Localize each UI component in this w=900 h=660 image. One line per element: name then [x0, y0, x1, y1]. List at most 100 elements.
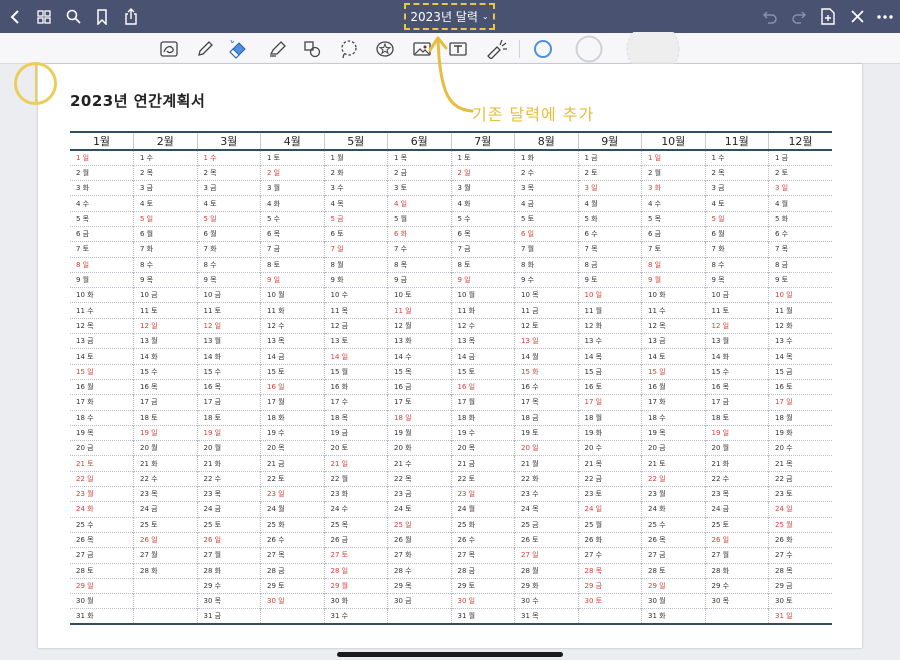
table-row: 17 화 17 금 17 금 17 월 17 수 17 토 17 월 17 목 17 일 17 화…	[70, 394, 832, 411]
date-cell: 6 토	[323, 225, 388, 242]
date-cell: 19 수	[450, 424, 515, 441]
date-cell: 5 일	[704, 210, 769, 227]
close-icon[interactable]	[844, 0, 870, 33]
month-header-8: 8월	[514, 132, 578, 151]
date-cell: 24 금	[704, 501, 769, 518]
lasso-icon[interactable]	[335, 35, 363, 63]
undo-icon[interactable]	[757, 0, 783, 33]
lasso-image-icon[interactable]	[155, 35, 183, 63]
add-page-icon[interactable]	[815, 0, 841, 33]
date-cell: 3 화	[70, 180, 134, 196]
document-title-button[interactable]: 2023년 달력 ⌄	[404, 3, 495, 30]
pen-icon[interactable]	[191, 35, 219, 63]
date-cell: 29 목	[387, 577, 451, 594]
date-cell: 10 토	[387, 287, 451, 303]
laser-pointer-icon[interactable]	[482, 35, 510, 63]
date-cell: 31 목	[514, 608, 578, 625]
shapes-icon[interactable]	[298, 35, 326, 63]
date-cell: 15 화	[514, 363, 578, 380]
date-cell: 12 일	[133, 317, 197, 334]
date-cell: 30 수	[514, 593, 578, 609]
date-cell: 9 일	[450, 271, 515, 288]
color-swatch-light[interactable]	[624, 32, 682, 66]
date-cell: 19 일	[704, 424, 769, 441]
date-cell: 11 월	[577, 302, 642, 319]
search-icon[interactable]	[60, 0, 86, 33]
date-cell: 18 금	[514, 409, 578, 426]
date-cell: 9 월	[641, 271, 705, 288]
date-cell: 29 토	[450, 577, 515, 594]
date-cell: 8 화	[514, 256, 578, 273]
date-cell: 16 목	[196, 378, 261, 395]
share-icon[interactable]	[118, 0, 144, 33]
more-icon[interactable]	[872, 0, 898, 33]
date-cell: 29 수	[196, 577, 261, 594]
highlighter-icon[interactable]	[263, 35, 291, 63]
date-cell: 25 토	[704, 516, 769, 533]
date-cell: 8 수	[196, 256, 261, 273]
date-cell: 27 월	[133, 547, 197, 564]
date-cell: 9 수	[514, 271, 578, 288]
date-cell: 25 토	[196, 516, 261, 533]
date-cell: 7 목	[768, 241, 832, 258]
eraser-icon[interactable]	[224, 35, 252, 63]
month-header-3: 3월	[196, 132, 261, 151]
date-cell: 19 일	[196, 424, 261, 441]
date-cell: 11 수	[70, 302, 134, 319]
date-cell: 17 금	[196, 394, 261, 411]
date-cell: 1 금	[577, 150, 642, 166]
date-cell: 4 수	[641, 195, 705, 212]
date-cell: 18 화	[450, 409, 515, 426]
date-cell: 29 금	[577, 577, 642, 594]
back-icon[interactable]	[2, 0, 28, 33]
date-cell: 20 금	[70, 440, 134, 456]
date-cell: 4 목	[323, 195, 388, 212]
date-cell: 23 토	[577, 486, 642, 502]
date-cell: 14 화	[704, 348, 769, 365]
date-cell: 13 목	[450, 333, 515, 349]
date-cell: 13 목	[260, 333, 324, 349]
date-cell: 19 화	[768, 424, 832, 441]
date-cell: 11 토	[133, 302, 197, 319]
date-cell: 24 월	[450, 501, 515, 518]
date-cell: 16 수	[514, 378, 578, 395]
date-cell: 1 토	[260, 150, 324, 166]
page-marker-icon[interactable]	[14, 62, 57, 105]
top-navigation-bar: 2023년 달력 ⌄	[0, 0, 900, 33]
date-cell: 18 월	[577, 409, 642, 426]
home-indicator[interactable]	[337, 652, 563, 657]
month-header-row: 1월 2월 3월 4월 5월 6월 7월 8월 9월 10월 11월 12월	[70, 132, 832, 151]
grid-icon[interactable]	[31, 0, 57, 33]
color-swatch-gray[interactable]	[574, 35, 604, 63]
table-row: 23 월 23 목 23 목 23 일 23 화 23 금 23 일 23 수 23 토 23 월…	[70, 486, 832, 502]
date-cell: 20 토	[323, 440, 388, 456]
table-row: 24 화 24 금 24 금 24 월 24 수 24 토 24 월 24 목 24 일 24 화…	[70, 501, 832, 518]
redo-icon[interactable]	[786, 0, 812, 33]
date-cell: 29 일	[641, 577, 705, 594]
date-cell: 16 일	[450, 378, 515, 395]
date-cell: 20 금	[641, 440, 705, 456]
date-cell: 21 토	[70, 455, 134, 472]
date-cell: 5 금	[323, 210, 388, 227]
sticker-icon[interactable]	[371, 35, 399, 63]
date-cell: 8 일	[641, 256, 705, 273]
date-cell: 23 월	[641, 486, 705, 502]
table-row: 21 토 21 화 21 화 21 금 21 일 21 수 21 금 21 월 21 목 21 토…	[70, 455, 832, 472]
table-row: 31 화 31 금 31 수 31 월 31 목 31 화 31 일	[70, 608, 832, 625]
date-cell: 21 금	[450, 455, 515, 472]
bookmark-icon[interactable]	[89, 0, 115, 33]
date-cell	[387, 608, 451, 625]
calendar-table: 1월 2월 3월 4월 5월 6월 7월 8월 9월 10월 11월 12월 1 일1 수1 수1 토…	[70, 131, 832, 626]
date-cell: 16 화	[323, 378, 388, 395]
color-swatch-blue[interactable]	[530, 35, 556, 63]
date-cell: 3 금	[704, 180, 769, 196]
date-cell: 30 목	[196, 593, 261, 609]
table-row: 20 금 20 월 20 월 20 목 20 토 20 화 20 목 20 일 20 수 20 금…	[70, 440, 832, 456]
table-row: 15 일 15 수 15 수 15 토 15 월 15 목 15 토 15 화 15 금 15 일…	[70, 363, 832, 380]
date-cell: 4 금	[514, 195, 578, 212]
table-row: 27 금 27 월 27 월 27 목 27 토 27 화 27 목 27 일 27 수 27 금…	[70, 547, 832, 564]
table-row: 1 일1 수1 수1 토1 월1 목1 토1 화1 금1 일1 수1 금	[70, 150, 832, 166]
date-cell: 20 목	[260, 440, 324, 456]
date-cell: 27 월	[196, 547, 261, 564]
table-row: 22 일 22 수 22 수 22 토 22 월 22 목 22 토 22 화 22 금 22 일…	[70, 470, 832, 487]
